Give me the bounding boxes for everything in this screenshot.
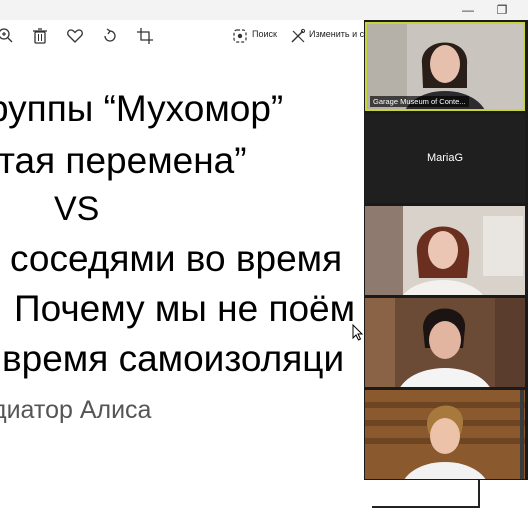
participant-tile[interactable] [365, 390, 525, 479]
window-title-bar: — ❐ [0, 0, 528, 20]
search-icon[interactable] [228, 24, 252, 48]
crop-icon[interactable] [133, 24, 157, 48]
edit-create-button-label[interactable]: Изменить и со [309, 29, 369, 39]
slide-line-1: руппы “Мухомор” [0, 88, 284, 129]
presentation-slide: руппы “Мухомор” тая перемена” VS соседям… [0, 52, 370, 528]
slide-moderator-line: диатор Алиса [0, 396, 152, 424]
participant-video [365, 298, 525, 387]
edit-icon[interactable] [286, 24, 310, 48]
participant-name: MariaG [426, 152, 464, 164]
slide-line-3: VS [54, 190, 100, 228]
slide-line-2: тая перемена” [0, 140, 247, 181]
participant-video [365, 206, 525, 295]
slide-line-6: время самоизоляци [2, 338, 345, 379]
participant-tile-active-speaker[interactable]: Garage Museum of Conte... [365, 22, 525, 111]
photo-toolbar: Поиск Изменить и со [0, 20, 370, 52]
restore-icon[interactable]: ❐ [482, 0, 522, 20]
participant-name-tag: Garage Museum of Conte... [370, 96, 469, 107]
divider-line-vertical [478, 480, 480, 508]
slide-line-5: Почему мы не поём [14, 288, 356, 329]
gallery-scrollbar[interactable] [520, 390, 524, 479]
participant-tile[interactable] [365, 206, 525, 295]
mouse-cursor-icon [352, 324, 364, 341]
rotate-icon[interactable] [98, 24, 122, 48]
delete-icon[interactable] [28, 24, 52, 48]
slide-line-4: соседями во время [10, 238, 343, 279]
participant-tile[interactable] [365, 298, 525, 387]
participant-video [365, 390, 525, 479]
zoom-in-icon[interactable] [0, 24, 18, 48]
video-gallery: Garage Museum of Conte... MariaG [364, 20, 528, 480]
divider-line [372, 506, 480, 508]
heart-icon[interactable] [63, 24, 87, 48]
search-button-label[interactable]: Поиск [252, 29, 277, 39]
participant-tile-no-video[interactable]: MariaG [365, 114, 525, 203]
